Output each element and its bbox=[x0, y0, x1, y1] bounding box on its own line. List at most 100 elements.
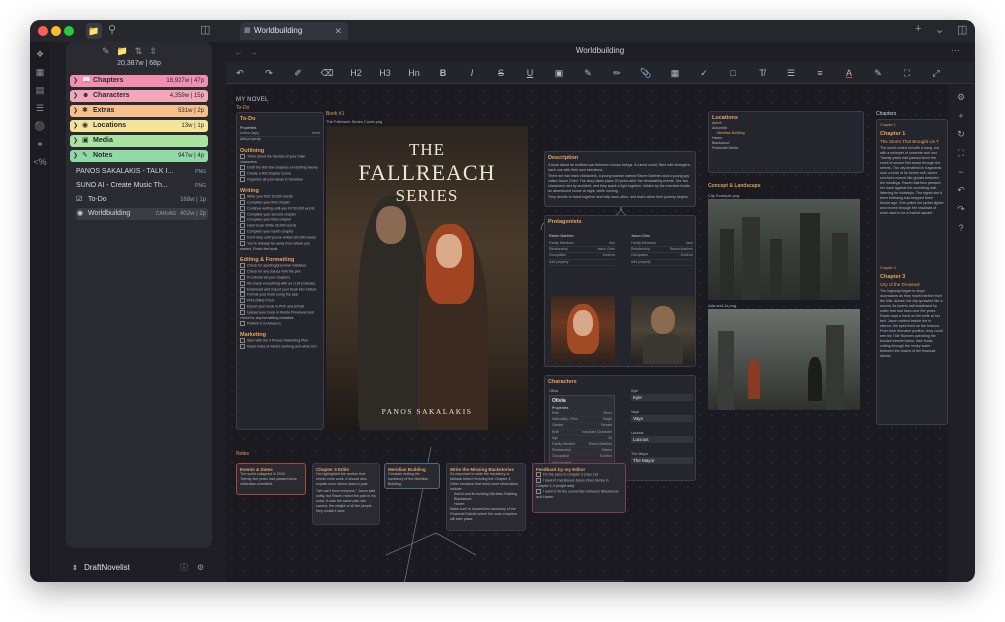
brush-icon[interactable]: ✐ bbox=[290, 66, 306, 80]
zoom-in-icon[interactable]: + bbox=[948, 111, 974, 121]
sort-icon[interactable]: ⇅ bbox=[135, 46, 150, 56]
file-explorer-icon[interactable]: 📁 bbox=[86, 23, 102, 39]
character-note-kyle[interactable]: Kyle bbox=[631, 394, 693, 401]
city-example-image[interactable] bbox=[708, 199, 860, 300]
graph-icon[interactable]: ❖ bbox=[30, 49, 50, 60]
command-icon[interactable]: <% bbox=[30, 157, 50, 167]
reset-zoom-icon[interactable]: ↻ bbox=[948, 129, 974, 140]
marker-icon[interactable]: ✎ bbox=[870, 66, 886, 80]
jason-portrait[interactable] bbox=[631, 296, 695, 364]
new-note-icon[interactable]: ✎ bbox=[102, 46, 117, 56]
clear-format-icon[interactable]: T̸ bbox=[754, 66, 770, 80]
folder-chapters[interactable]: ❯ 📖 Chapters 18,927w | 47p bbox=[70, 75, 208, 87]
add-property[interactable]: Add property bbox=[240, 137, 320, 142]
align-icon[interactable]: ≡ bbox=[812, 66, 828, 80]
strikethrough-button[interactable]: S bbox=[493, 66, 509, 80]
git-icon[interactable]: ⚭ bbox=[30, 139, 50, 150]
expand-icon[interactable]: ⛶ bbox=[899, 66, 915, 80]
fit-screen-icon[interactable]: ⛶ bbox=[948, 148, 974, 159]
eraser-icon[interactable]: ⌫ bbox=[319, 66, 335, 80]
daily-note-icon[interactable]: ▤ bbox=[30, 85, 50, 96]
list-icon[interactable]: ☰ bbox=[783, 66, 799, 80]
folder-characters[interactable]: ❯ ☻ Characters 4,359w | 15p bbox=[70, 90, 208, 102]
settings-gear-icon[interactable]: ⚙ bbox=[197, 560, 204, 576]
redo-icon[interactable]: ↷ bbox=[261, 66, 277, 80]
folder-extras[interactable]: ❯ ✱ Extras 531w | 2p bbox=[70, 105, 208, 117]
more-options-icon[interactable]: ⋯ bbox=[951, 45, 960, 56]
right-sidebar-toggle-icon[interactable]: ◫ bbox=[957, 23, 967, 36]
canvas[interactable]: MY NOVEL To-Do To-Do Properties author (… bbox=[226, 85, 948, 582]
close-window-button[interactable] bbox=[38, 26, 48, 36]
file-panos-png[interactable]: PANOS SAKALAKIS - TALK I... PNG bbox=[76, 166, 208, 178]
note-meridian-building[interactable]: Meridian Building Consider writing the b… bbox=[384, 463, 440, 489]
tab-list-chevron-icon[interactable]: ⌄ bbox=[935, 23, 944, 36]
collapse-all-icon[interactable]: ⇳ bbox=[149, 46, 164, 56]
vault-switcher[interactable]: ⇕ DraftNovelist ⓘ ⚙ bbox=[66, 560, 212, 576]
file-worldbuilding[interactable]: ◉ Worldbuilding CANVAS 402w | 2p bbox=[76, 208, 208, 220]
undo-icon[interactable]: ↶ bbox=[232, 66, 248, 80]
note-checkbox[interactable]: I haven't mentioned Jason Chen family in… bbox=[536, 478, 622, 489]
search-icon[interactable]: ⚲ bbox=[108, 23, 116, 36]
cube-icon[interactable]: ▣ bbox=[551, 66, 567, 80]
locations-card[interactable]: Locations Ashvil Autumfall Meridian Buil… bbox=[708, 111, 864, 173]
canvas-settings-gear-icon[interactable]: ⚙ bbox=[948, 92, 974, 103]
todo-item[interactable]: Re-check everything with an LLM (Claude) bbox=[240, 281, 320, 287]
table-icon[interactable]: ▦ bbox=[667, 66, 683, 80]
todo-item[interactable]: You're already far away from where you s… bbox=[240, 241, 320, 252]
file-todo[interactable]: ☑ To-Do 168w | 1p bbox=[76, 194, 208, 206]
todo-item[interactable]: Upload your book in Kindle Previewer and… bbox=[240, 310, 320, 321]
note-editor-feedback[interactable]: Feedback by my Editor Fix the pace in Ch… bbox=[532, 463, 626, 513]
help-canvas-icon[interactable]: ? bbox=[948, 223, 974, 233]
note-chapter-3-edits[interactable]: Chapter 3 Edits I've highlighted the sec… bbox=[312, 463, 380, 525]
raven-portrait[interactable] bbox=[551, 296, 615, 364]
file-suno-png[interactable]: SUNO AI - Create Music Th... PNG bbox=[76, 180, 208, 192]
templates-icon[interactable]: ☰ bbox=[30, 103, 50, 114]
new-folder-icon[interactable]: 📁 bbox=[117, 46, 135, 56]
highlight-icon[interactable]: ✎ bbox=[580, 66, 596, 80]
redo-canvas-icon[interactable]: ↷ bbox=[948, 204, 974, 215]
todo-card[interactable]: To-Do Properties author (tags) trend Add … bbox=[236, 112, 324, 430]
todo-item[interactable]: Publish it on Amazon bbox=[240, 321, 320, 327]
check-circle-icon[interactable]: ✓ bbox=[696, 66, 712, 80]
canvas-new-icon[interactable]: ▦ bbox=[30, 67, 50, 78]
note-events-dates[interactable]: Events & Dates The world collapsed in 20… bbox=[236, 463, 306, 495]
comment-icon[interactable]: □ bbox=[725, 66, 741, 80]
book-cover-image[interactable]: THE FALLREACH SERIES PANOS SAKALAKIS bbox=[326, 126, 528, 430]
attach-icon[interactable]: 📎 bbox=[638, 66, 654, 80]
underline-button[interactable]: U bbox=[522, 66, 538, 80]
tab-worldbuilding[interactable]: ▦ Worldbuilding ✕ bbox=[240, 22, 348, 40]
collapse-icon[interactable]: ⤢ bbox=[928, 66, 944, 80]
todo-item[interactable]: Continue writing until you hit 50,000 wo… bbox=[240, 206, 320, 212]
new-tab-icon[interactable]: + bbox=[915, 23, 921, 35]
bold-button[interactable]: B bbox=[435, 66, 451, 80]
heading-3-button[interactable]: H3 bbox=[377, 66, 393, 80]
property-row[interactable]: Add property bbox=[631, 260, 693, 266]
todo-item[interactable]: Organize all your ideas in Obsidian bbox=[240, 177, 320, 183]
chapters-card[interactable]: Chapter 1 Chapter 1 The Storm That Broug… bbox=[876, 119, 948, 425]
help-icon[interactable]: ⓘ bbox=[180, 560, 188, 576]
folder-locations[interactable]: ❯ ◉ Locations 13w | 1p bbox=[70, 120, 208, 132]
microphone-icon[interactable]: ⚫ bbox=[30, 121, 50, 132]
undo-canvas-icon[interactable]: ↶ bbox=[948, 185, 974, 196]
edit-icon[interactable]: ✏ bbox=[609, 66, 625, 80]
text-color-button[interactable]: A bbox=[841, 66, 857, 80]
minimize-window-button[interactable] bbox=[51, 26, 61, 36]
todo-item[interactable]: Read notes of what's working and what is… bbox=[240, 344, 320, 350]
heading-n-button[interactable]: Hn bbox=[406, 66, 422, 80]
folder-notes[interactable]: ❯ ✎ Notes 947w | 4p bbox=[70, 150, 208, 162]
zoom-out-icon[interactable]: − bbox=[948, 167, 974, 177]
note-missing-backstories[interactable]: Write the Missing Backstories It's impor… bbox=[446, 463, 526, 531]
italic-button[interactable]: I bbox=[464, 66, 480, 80]
property-row[interactable]: Add property bbox=[549, 260, 615, 266]
tab-close-icon[interactable]: ✕ bbox=[334, 22, 342, 40]
character-note-lucious[interactable]: Lucious bbox=[631, 436, 693, 443]
folder-media[interactable]: ❯ ▣ Media bbox=[70, 135, 208, 147]
todo-item[interactable]: Think about the themes of your main char… bbox=[240, 154, 320, 165]
note-checkbox[interactable]: I want to fix the connection between Bla… bbox=[536, 489, 622, 500]
character-note-vaya[interactable]: Vaya bbox=[631, 415, 693, 422]
sidebar-toggle-icon[interactable]: ◫ bbox=[200, 23, 210, 36]
zoom-window-button[interactable] bbox=[64, 26, 74, 36]
protagonists-card[interactable]: Protagonists Raven Marthen Jason Chen Fa… bbox=[544, 215, 696, 367]
description-card[interactable]: Description A book about an endless war … bbox=[544, 151, 696, 207]
heading-2-button[interactable]: H2 bbox=[348, 66, 364, 80]
